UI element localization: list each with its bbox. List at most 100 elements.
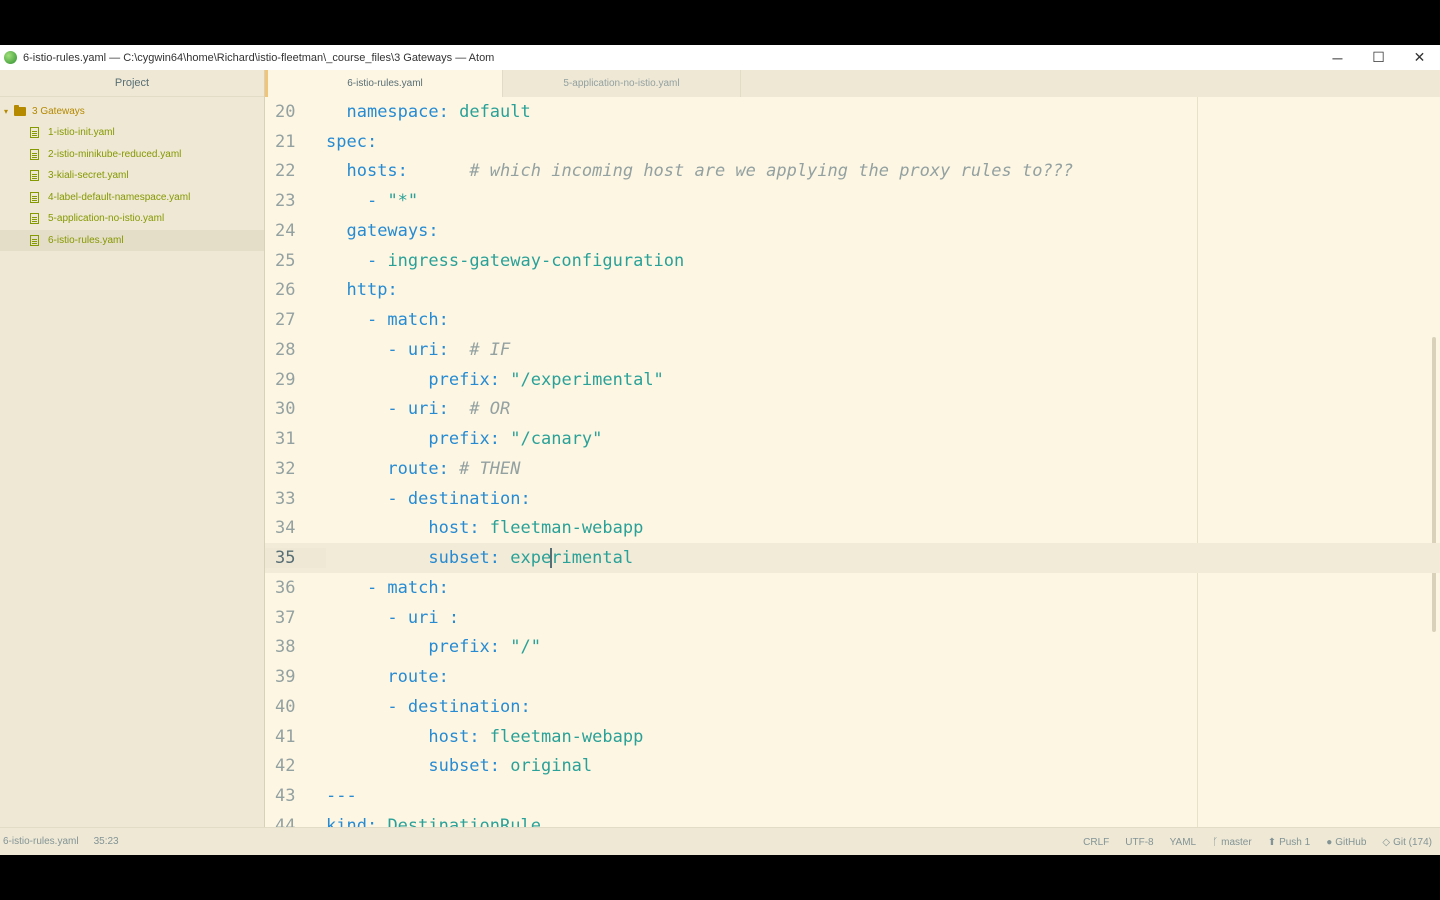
code-line[interactable]: 40 - destination: [265,692,1440,722]
code-line[interactable]: 39 route: [265,662,1440,692]
yaml-key: subset [428,548,490,569]
code-line[interactable]: 34 host: fleetman-webapp [265,514,1440,544]
maximize-button[interactable]: ☐ [1358,45,1399,70]
tree-file-4[interactable]: 4-label-default-namespace.yaml [0,187,264,209]
tree-file-1[interactable]: 1-istio-init.yaml [0,122,264,144]
yaml-separator: : [438,667,449,688]
yaml-key: - destination [387,696,521,717]
code-line[interactable]: 33 - destination: [265,484,1440,514]
close-button[interactable]: ✕ [1399,45,1440,70]
code-text: subset: experimental [326,548,633,569]
git-label: Git (174) [1393,836,1432,848]
yaml-key: namespace [346,101,439,122]
code-editor[interactable]: 20 namespace: default 21 spec: 22 hosts: # … [265,97,1440,827]
github-tab-button[interactable]: ● GitHub [1326,837,1366,848]
code-line[interactable]: 21 spec: [265,127,1440,157]
code-line[interactable]: 23 - "*" [265,186,1440,216]
tree-file-3[interactable]: 3-kiali-secret.yaml [0,165,264,187]
code-line[interactable]: 36 - match: [265,573,1440,603]
code-line[interactable]: 25 - ingress-gateway-configuration [265,246,1440,276]
yaml-value: fleetman-webapp [489,518,644,539]
code-line[interactable]: 35 subset: experimental [265,543,1440,573]
code-line[interactable]: 27 - match: [265,305,1440,335]
code-line[interactable]: 42 subset: original [265,752,1440,782]
yaml-separator: --- [326,786,357,807]
code-text: - ingress-gateway-configuration [326,251,684,271]
yaml-value: "/" [510,637,541,658]
yaml-separator: : [397,161,470,182]
file-label: 3-kiali-secret.yaml [48,170,129,182]
file-label: 2-istio-minikube-reduced.yaml [48,148,182,160]
folder-3-gateways[interactable]: ▾ 3 Gateways [0,101,264,122]
minimize-button[interactable]: ─ [1317,45,1358,70]
code-line[interactable]: 41 host: fleetman-webapp [265,722,1440,752]
code-text: gateways: [326,220,439,241]
file-label: 6-istio-rules.yaml [48,234,124,246]
code-text: - uri: # OR [326,399,510,419]
git-branch[interactable]: ᚴ master [1212,837,1252,848]
line-number: 43 [275,786,296,807]
code-line[interactable]: 32 route: # THEN [265,454,1440,484]
line-number: 23 [275,191,296,212]
tab-5-application-no-istio[interactable]: 5-application-no-istio.yaml [503,70,741,97]
yaml-separator: : [438,399,470,420]
cursor-position[interactable]: 35:23 [94,836,119,847]
window-controls: ─ ☐ ✕ [1317,45,1440,70]
yaml-separator: : [428,220,439,241]
yaml-value: "/experimental" [510,369,664,390]
tab-6-istio-rules[interactable]: 6-istio-rules.yaml [265,70,503,97]
code-line[interactable]: 30 - uri: # OR [265,395,1440,425]
line-ending[interactable]: CRLF [1083,837,1109,848]
line-number: 41 [275,726,296,747]
code-line[interactable]: 43 --- [265,781,1440,811]
code-line[interactable]: 31 prefix: "/canary" [265,424,1440,454]
yaml-key: http [346,280,388,301]
code-text: kind: DestinationRule [326,816,541,827]
code-line[interactable]: 28 - uri: # IF [265,335,1440,365]
code-line[interactable]: 20 namespace: default [265,97,1440,127]
code-text: - "*" [326,191,418,211]
code-line[interactable]: 38 prefix: "/" [265,633,1440,663]
code-line[interactable]: 44 kind: DestinationRule [265,811,1440,827]
title-bar: 6-istio-rules.yaml — C:\cygwin64\home\Ri… [0,45,1440,70]
file-tree: ▾ 3 Gateways 1-istio-init.yaml 2-istio-m… [0,97,264,251]
code-line[interactable]: 26 http: [265,276,1440,306]
code-text: - destination: [326,696,530,717]
code-line[interactable]: 24 gateways: [265,216,1440,246]
line-number: 30 [275,399,296,420]
grammar-selector[interactable]: YAML [1170,837,1197,848]
code-line[interactable]: 37 - uri : [265,603,1440,633]
file-label: 5-application-no-istio.yaml [48,213,165,225]
yaml-separator: : [366,815,388,827]
yaml-separator: : [438,607,460,628]
yaml-separator: : [469,518,490,539]
yaml-key: - uri [387,339,439,360]
letterbox-bottom [0,855,1440,900]
code-text: route: [326,667,449,688]
tree-file-6-selected[interactable]: 6-istio-rules.yaml [0,229,264,251]
code-text: hosts: # which incoming host are we appl… [326,161,1073,181]
code-line[interactable]: 22 hosts: # which incoming host are we a… [265,157,1440,187]
line-number: 33 [275,488,296,509]
tree-file-5[interactable]: 5-application-no-istio.yaml [0,208,264,230]
yaml-value: "/canary" [510,429,603,450]
yaml-separator: : [520,488,531,509]
git-tab-button[interactable]: ◇ Git (174) [1382,837,1432,848]
code-line[interactable]: 29 prefix: "/experimental" [265,365,1440,395]
push-button[interactable]: ⬆ Push 1 [1268,837,1311,848]
code-text: - uri: # IF [326,340,510,360]
line-number: 24 [275,220,296,241]
yaml-key: gateways [346,220,429,241]
tree-file-2[interactable]: 2-istio-minikube-reduced.yaml [0,144,264,166]
status-file-name[interactable]: 6-istio-rules.yaml [3,836,79,847]
yaml-separator: : [489,548,511,569]
code-text: - uri : [326,608,459,628]
file-encoding[interactable]: UTF-8 [1125,837,1153,848]
